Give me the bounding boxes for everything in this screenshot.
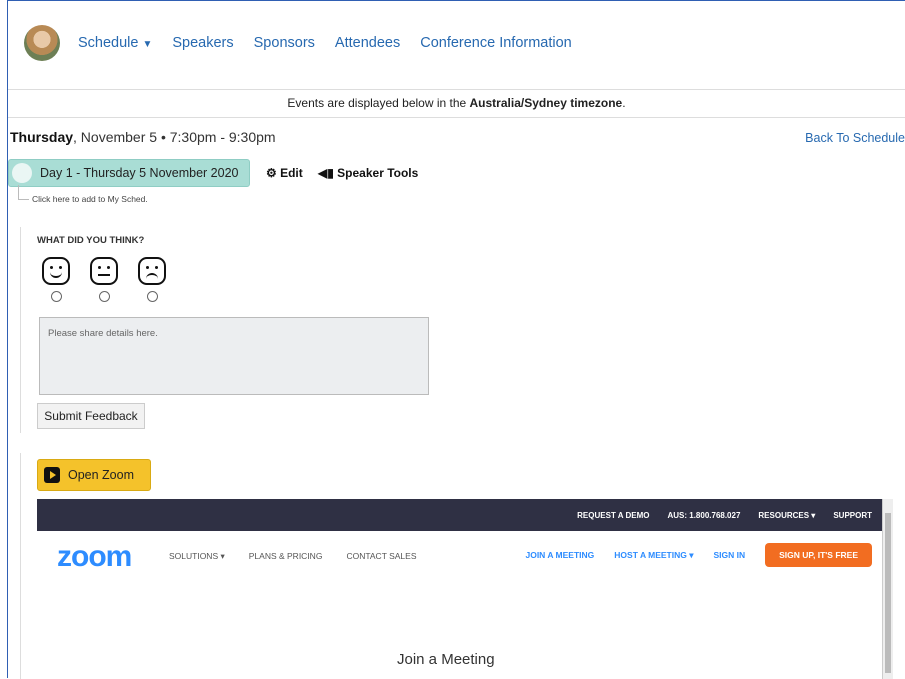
zoom-page-body: Join a Meeting: [37, 581, 882, 679]
zoom-contact-sales[interactable]: CONTACT SALES: [346, 551, 416, 562]
nav-schedule[interactable]: Schedule ▼: [78, 35, 152, 51]
feedback-title: WHAT DID YOU THINK?: [37, 235, 145, 246]
add-to-my-sched-hint[interactable]: Click here to add to My Sched.: [32, 194, 148, 204]
nav-attendees[interactable]: Attendees: [335, 35, 400, 51]
timezone-banner: Events are displayed below in the Austra…: [8, 89, 905, 118]
open-zoom-button[interactable]: Open Zoom: [37, 459, 151, 491]
nav-conference-information[interactable]: Conference Information: [420, 35, 572, 51]
day-tag[interactable]: Day 1 - Thursday 5 November 2020: [8, 159, 250, 187]
rating-negative-radio[interactable]: [146, 291, 158, 302]
zoom-request-demo[interactable]: REQUEST A DEMO: [577, 511, 649, 520]
neutral-face-icon: [90, 257, 118, 285]
rating-faces: [41, 257, 167, 302]
nav-sponsors[interactable]: Sponsors: [254, 35, 315, 51]
back-to-schedule-link[interactable]: Back To Schedule: [805, 131, 905, 145]
add-to-schedule-toggle[interactable]: [12, 163, 32, 183]
speaker-tools-button[interactable]: ◀▮ Speaker Tools: [318, 166, 418, 180]
zoom-join-meeting[interactable]: JOIN A MEETING: [525, 550, 594, 560]
zoom-logo[interactable]: zoom: [57, 540, 132, 574]
feedback-section: WHAT DID YOU THINK? Please share details…: [20, 227, 441, 433]
zoom-support[interactable]: SUPPORT: [833, 511, 872, 520]
zoom-solutions[interactable]: SOLUTIONS ▾: [169, 551, 225, 562]
join-meeting-title: Join a Meeting: [397, 651, 495, 668]
gear-icon: ⚙: [266, 166, 281, 180]
play-icon: [44, 467, 60, 483]
zoom-top-bar: REQUEST A DEMO AUS: 1.800.768.027 RESOUR…: [37, 499, 882, 531]
nav-links: Schedule ▼ Speakers Sponsors Attendees Co…: [78, 35, 572, 51]
zoom-nav-right: JOIN A MEETING HOST A MEETING ▾ SIGN IN …: [525, 543, 872, 567]
chevron-down-icon: ▼: [142, 39, 153, 50]
top-navigation: Schedule ▼ Speakers Sponsors Attendees Co…: [8, 1, 905, 90]
zoom-nav-links: SOLUTIONS ▾ PLANS & PRICING CONTACT SALE…: [169, 551, 417, 562]
zoom-plans-pricing[interactable]: PLANS & PRICING: [249, 551, 323, 562]
zoom-resources[interactable]: RESOURCES ▾: [758, 511, 815, 520]
zoom-signup-button[interactable]: SIGN UP, IT'S FREE: [765, 543, 872, 567]
megaphone-icon: ◀▮: [318, 166, 338, 180]
scrollbar-thumb[interactable]: [885, 513, 891, 673]
rating-positive[interactable]: [41, 257, 71, 302]
rating-neutral[interactable]: [89, 257, 119, 302]
page-frame: Schedule ▼ Speakers Sponsors Attendees Co…: [7, 0, 905, 679]
iframe-scrollbar[interactable]: [882, 499, 893, 679]
zoom-section: Open Zoom REQUEST A DEMO AUS: 1.800.768.…: [20, 453, 897, 679]
zoom-sign-in[interactable]: SIGN IN: [713, 550, 745, 560]
sad-face-icon: [138, 257, 166, 285]
avatar[interactable]: [24, 25, 60, 61]
feedback-textarea[interactable]: Please share details here.: [39, 317, 429, 395]
happy-face-icon: [42, 257, 70, 285]
rating-negative[interactable]: [137, 257, 167, 302]
add-hint-connector: [18, 185, 29, 200]
rating-neutral-radio[interactable]: [98, 291, 110, 302]
submit-feedback-button[interactable]: Submit Feedback: [37, 403, 145, 429]
zoom-host-meeting[interactable]: HOST A MEETING ▾: [614, 550, 693, 561]
rating-positive-radio[interactable]: [50, 291, 62, 302]
edit-button[interactable]: ⚙ Edit: [266, 166, 303, 180]
nav-speakers[interactable]: Speakers: [172, 35, 233, 51]
zoom-navigation: zoom SOLUTIONS ▾ PLANS & PRICING CONTACT…: [37, 531, 882, 582]
event-datetime: Thursday, November 5 • 7:30pm - 9:30pm: [10, 129, 276, 145]
zoom-phone: AUS: 1.800.768.027: [667, 510, 741, 520]
